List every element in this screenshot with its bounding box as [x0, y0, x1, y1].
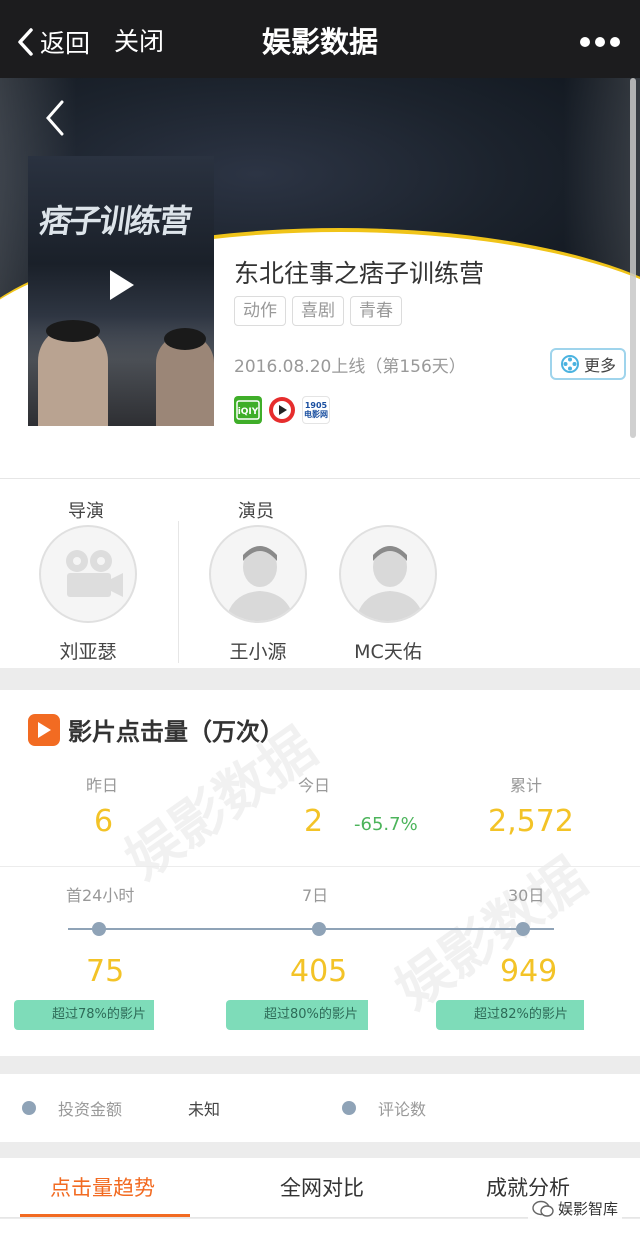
- chevron-left-icon: [46, 100, 64, 136]
- tab-click-trend[interactable]: 点击量趋势: [50, 1172, 155, 1202]
- percentile-badge: 超过78%的影片: [14, 1000, 154, 1030]
- comments-label: 评论数: [378, 1100, 427, 1119]
- divider: [178, 521, 179, 663]
- scrollbar[interactable]: [630, 78, 636, 438]
- investment-value: 未知: [188, 1100, 221, 1119]
- divider: [0, 866, 640, 867]
- 1905-icon[interactable]: 1905 电影网: [302, 396, 330, 424]
- platform-list: iQIY 1905 电影网: [234, 396, 336, 424]
- film-camera-icon: [66, 550, 123, 597]
- actor-name: MC天佑: [354, 641, 422, 663]
- genre-tags: 动作 喜剧 青春: [234, 296, 408, 326]
- close-button[interactable]: 关闭: [114, 22, 164, 62]
- percentile-badge: 超过80%的影片: [226, 1000, 368, 1030]
- tab-network-compare[interactable]: 全网对比: [280, 1172, 364, 1202]
- click-stats-header: 影片点击量（万次）: [28, 712, 284, 747]
- iqiyi-icon[interactable]: iQIY: [234, 396, 262, 424]
- dot-icon: [580, 37, 590, 47]
- more-label: 更多: [583, 356, 616, 375]
- period-value: 949: [500, 954, 558, 989]
- wechat-account-tag: 娱影智库: [528, 1196, 623, 1221]
- back-label: 返回: [40, 29, 91, 58]
- director-card[interactable]: 刘亚瑟: [38, 525, 138, 664]
- genre-tag[interactable]: 动作: [234, 296, 286, 326]
- percentile-badge: 超过82%的影片: [436, 1000, 584, 1030]
- yesterday-label: 昨日: [86, 776, 119, 795]
- avatar: [209, 525, 307, 623]
- movie-hero: 痞子训练营 东北往事之痞子训练营 动作 喜剧 青春 2016.08.20上线（第…: [0, 78, 640, 478]
- youku-icon[interactable]: [268, 396, 296, 424]
- movie-poster[interactable]: 痞子训练营: [28, 156, 214, 426]
- wechat-icon: [532, 1200, 554, 1217]
- timeline-dot: [312, 922, 326, 936]
- dot-icon: [595, 37, 605, 47]
- period-value: 75: [86, 954, 125, 989]
- crew-section: 导演 演员 刘亚瑟 王小源 MC天佑: [0, 478, 640, 668]
- today-change: -65.7%: [354, 814, 418, 835]
- investment-label: 投资金额: [58, 1100, 123, 1119]
- person-icon: [355, 546, 425, 621]
- wechat-account-name: 娱影智库: [558, 1200, 619, 1218]
- actor-card[interactable]: 王小源: [208, 525, 308, 664]
- poster-figure: [38, 320, 108, 426]
- hero-back-button[interactable]: [40, 98, 70, 138]
- timeline-dot: [92, 922, 106, 936]
- bullet-icon: [22, 1101, 36, 1115]
- click-stats-card: 娱影数据 娱影数据 影片点击量（万次） 昨日 6 今日 2 -65.7% 累计 …: [0, 690, 640, 1056]
- active-tab-indicator: [20, 1214, 190, 1217]
- total-value: 2,572: [488, 804, 574, 839]
- more-menu-button[interactable]: [580, 30, 620, 54]
- avatar: [39, 525, 137, 623]
- poster-title-art: 痞子训练营: [37, 202, 193, 240]
- period-label: 30日: [508, 886, 545, 905]
- actor-heading: 演员: [238, 501, 274, 522]
- play-icon[interactable]: [108, 268, 136, 302]
- movie-title: 东北往事之痞子训练营: [234, 259, 485, 288]
- genre-tag[interactable]: 喜剧: [292, 296, 344, 326]
- poster-figure: [156, 328, 214, 426]
- top-nav-bar: 返回 关闭 娱影数据: [0, 0, 640, 78]
- svg-text:iQIY: iQIY: [238, 407, 259, 417]
- actor-name: 王小源: [229, 641, 287, 663]
- page-title: 娱影数据: [261, 25, 378, 59]
- page-bottom: [0, 1219, 640, 1234]
- dot-icon: [610, 37, 620, 47]
- release-date: 2016.08.20上线（第156天）: [234, 357, 466, 377]
- yesterday-value: 6: [94, 804, 114, 839]
- avatar: [339, 525, 437, 623]
- total-label: 累计: [510, 776, 543, 795]
- play-icon: [28, 713, 60, 746]
- 1905-logo-subtext: 电影网: [304, 410, 328, 419]
- bullet-icon: [342, 1101, 356, 1115]
- today-label: 今日: [298, 776, 331, 795]
- person-icon: [225, 546, 295, 621]
- period-label: 首24小时: [66, 886, 135, 905]
- more-button[interactable]: 更多: [550, 348, 626, 380]
- period-timeline: [68, 928, 554, 930]
- director-name: 刘亚瑟: [59, 641, 117, 663]
- back-button[interactable]: 返回: [16, 22, 90, 62]
- period-label: 7日: [302, 886, 329, 905]
- genre-tag[interactable]: 青春: [350, 296, 402, 326]
- info-row: 投资金额 未知 评论数: [0, 1074, 640, 1142]
- period-value: 405: [290, 954, 348, 989]
- click-stats-title: 影片点击量（万次）: [68, 718, 284, 746]
- director-heading: 导演: [68, 501, 104, 522]
- actor-card[interactable]: MC天佑: [338, 525, 438, 664]
- chevron-left-icon: [18, 28, 33, 56]
- today-value: 2: [304, 804, 324, 839]
- timeline-dot: [516, 922, 530, 936]
- film-reel-icon: [560, 355, 579, 373]
- 1905-logo-text: 1905: [304, 401, 328, 410]
